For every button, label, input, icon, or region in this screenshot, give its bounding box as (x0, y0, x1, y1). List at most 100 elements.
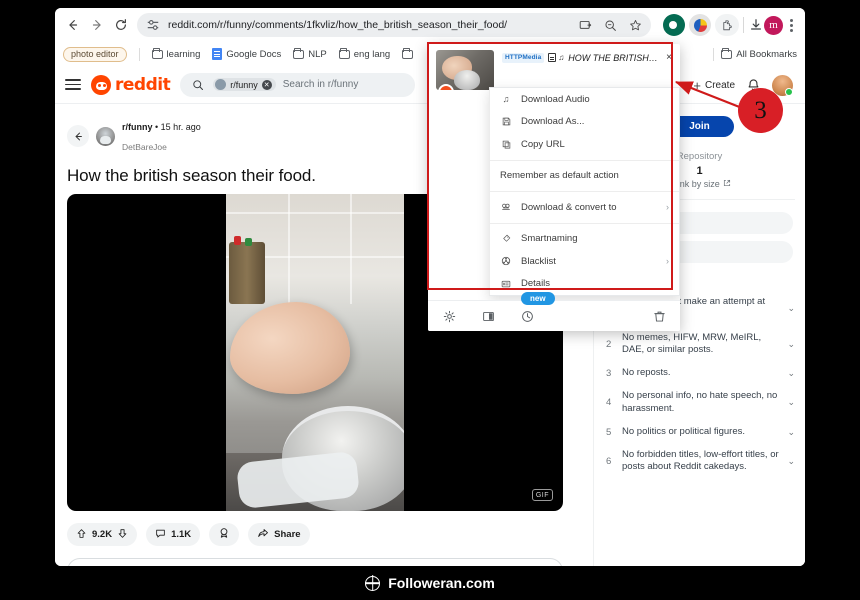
external-link-icon (723, 179, 731, 189)
reddit-logo[interactable]: reddit (91, 75, 170, 95)
menu-item-label: Download & convert to (521, 202, 657, 213)
avatar[interactable] (96, 127, 115, 146)
chevron-down-icon[interactable]: ⌄ (787, 368, 795, 379)
bookmark-photo-editor[interactable]: photo editor (63, 47, 127, 62)
all-bookmarks-label: All Bookmarks (736, 49, 797, 60)
menu-item-smartnaming[interactable]: Smartnaming (490, 228, 679, 251)
chevron-right-icon: › (666, 202, 669, 212)
music-note-icon: ♫ (500, 94, 512, 104)
comments-pill[interactable]: 1.1K (146, 523, 200, 546)
menu-divider (490, 223, 679, 224)
search-placeholder: Search in r/funny (283, 79, 359, 90)
search-chip-label: r/funny (230, 80, 258, 90)
reddit-snoo-icon (91, 75, 111, 95)
menu-item-copy-url[interactable]: Copy URL (490, 133, 679, 156)
chevron-down-icon[interactable]: ⌄ (787, 339, 795, 350)
rule-item[interactable]: 3 No reposts. ⌄ (594, 362, 805, 385)
reload-icon[interactable] (109, 13, 133, 37)
award-pill[interactable] (209, 523, 239, 546)
post-author[interactable]: DetBareJoe (122, 142, 167, 152)
share-pill[interactable]: Share (248, 523, 309, 546)
subreddit-avatar (215, 79, 226, 90)
menu-item-blacklist[interactable]: Blacklist › (490, 250, 679, 273)
history-clock-icon[interactable] (520, 309, 534, 323)
extension-colorwheel-icon[interactable] (689, 14, 711, 36)
add-comment-input[interactable]: Add a comment (67, 558, 563, 566)
puzzle-extensions-icon[interactable] (715, 14, 739, 36)
zoom-out-icon[interactable] (602, 17, 618, 33)
search-scope-chip[interactable]: r/funny ✕ (213, 78, 276, 91)
share-tab-icon[interactable] (577, 17, 593, 33)
chevron-down-icon[interactable]: ⌄ (787, 456, 795, 467)
vote-pill[interactable]: 9.2K (67, 523, 137, 546)
bookmark-star-icon[interactable] (627, 17, 643, 33)
downloads-icon[interactable] (748, 17, 764, 33)
back-to-feed-button[interactable] (67, 125, 89, 147)
rule-text: No forbidden titles, low-effort titles, … (622, 449, 779, 475)
chevron-down-icon[interactable]: ⌄ (787, 303, 795, 314)
new-badge: new (521, 292, 555, 305)
post-actions: 9.2K 1.1K (67, 523, 583, 546)
post-subreddit: r/funny (122, 122, 153, 132)
popup-media-row: HTTPMedia ♫ HOW THE BRITISH S... × (428, 44, 680, 90)
trash-icon[interactable] (652, 309, 666, 323)
rule-item[interactable]: 6 No forbidden titles, low-effort titles… (594, 444, 805, 480)
menu-item-label: Details (521, 278, 669, 289)
address-bar[interactable]: reddit.com/r/funny/comments/1fkvliz/how_… (137, 13, 651, 37)
bottles (229, 242, 265, 304)
sidebar-panel-icon[interactable] (481, 309, 495, 323)
extension-icons (663, 14, 739, 36)
details-icon (500, 279, 512, 289)
menu-item-download-as[interactable]: Download As... (490, 111, 679, 134)
settings-gear-icon[interactable] (442, 309, 456, 323)
bookmarks-divider-right (713, 48, 714, 61)
folder-icon (339, 50, 350, 59)
menu-item-download-convert[interactable]: Download & convert to › (490, 196, 679, 219)
create-button[interactable]: + Create (693, 79, 735, 92)
menu-item-download-audio[interactable]: ♫ Download Audio (490, 88, 679, 111)
step-badge: 3 (738, 88, 783, 133)
bookmark-nlp[interactable]: NLP (293, 49, 326, 60)
rule-item[interactable]: 5 No politics or political figures. ⌄ (594, 421, 805, 444)
watermark-text: Followeran.com (388, 575, 495, 591)
copy-icon (500, 140, 512, 149)
menu-item-remember-default[interactable]: Remember as default action (490, 165, 679, 188)
tune-icon (145, 17, 161, 33)
menu-item-details[interactable]: Details (490, 273, 679, 296)
chevron-down-icon[interactable]: ⌄ (787, 427, 795, 438)
downvote-icon[interactable] (117, 528, 128, 542)
convert-icon (500, 202, 512, 212)
search-input[interactable]: r/funny ✕ Search in r/funny (180, 73, 415, 97)
rule-number: 3 (606, 368, 614, 379)
user-avatar[interactable] (772, 75, 793, 96)
protocol-badge: HTTPMedia (502, 53, 544, 63)
profile-avatar[interactable]: m (764, 16, 783, 35)
rule-text: No personal info, no hate speech, no har… (622, 390, 779, 416)
close-icon[interactable]: × (664, 52, 672, 63)
post-subreddit-line[interactable]: r/funny • 15 hr. ago (122, 122, 201, 132)
rule-text: No reposts. (622, 367, 779, 380)
close-icon[interactable]: ✕ (262, 80, 272, 90)
share-icon (257, 527, 269, 542)
comment-count: 1.1K (171, 529, 191, 540)
bookmark-learning[interactable]: learning (152, 49, 201, 60)
watermark-bar: Followeran.com (0, 566, 860, 600)
rule-item[interactable]: 2 No memes, HIFW, MRW, MeIRL, DAE, or si… (594, 327, 805, 363)
forward-icon[interactable] (85, 13, 109, 37)
bookmark-google-docs[interactable]: Google Docs (212, 48, 281, 60)
extension-green-icon[interactable] (663, 14, 685, 36)
create-label: Create (705, 80, 735, 91)
popup-footer: new (428, 300, 680, 331)
back-icon[interactable] (61, 13, 85, 37)
browser-menu-icon[interactable] (783, 19, 799, 32)
all-bookmarks-button[interactable]: All Bookmarks (721, 49, 797, 60)
hamburger-menu-icon[interactable] (65, 79, 81, 90)
bookmark-eng-lang[interactable]: eng lang (339, 49, 390, 60)
menu-divider (490, 191, 679, 192)
upvote-icon[interactable] (76, 528, 87, 542)
extension-popup: HTTPMedia ♫ HOW THE BRITISH S... × i ♫ D… (428, 44, 680, 331)
rule-item[interactable]: 4 No personal info, no hate speech, no h… (594, 385, 805, 421)
menu-item-label: Remember as default action (500, 170, 669, 181)
bookmark-extra[interactable] (402, 50, 413, 59)
chevron-down-icon[interactable]: ⌄ (787, 397, 795, 408)
